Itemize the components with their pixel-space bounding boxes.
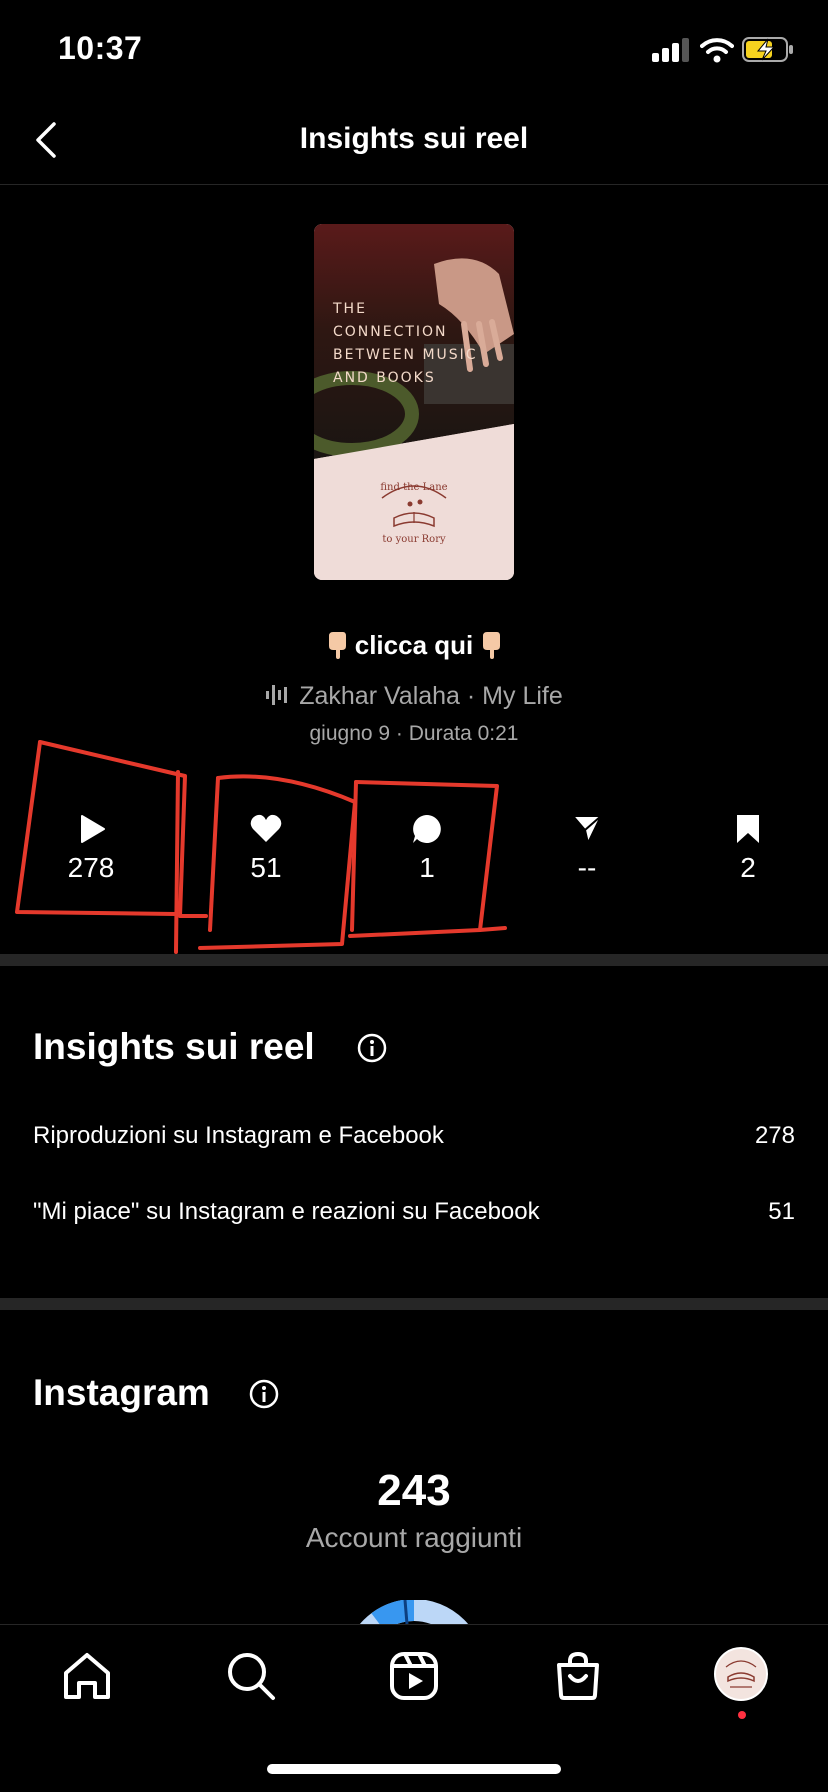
comment-icon	[413, 815, 441, 843]
metric-label: "Mi piace" su Instagram e reazioni su Fa…	[33, 1198, 540, 1225]
stat-value: 2	[740, 852, 756, 883]
shop-icon	[557, 1651, 599, 1700]
accounts-reached-value: 243	[377, 1466, 451, 1515]
stat-value: --	[577, 852, 597, 883]
status-bar: 10:37	[0, 0, 828, 100]
reel-insights-title: Insights sui reel	[33, 1026, 315, 1067]
caption-text: clicca qui	[354, 630, 474, 660]
reel-logo: find the Lane to your Rory	[380, 482, 447, 545]
info-icon[interactable]	[248, 1378, 280, 1410]
section-divider	[0, 954, 828, 966]
tab-shop[interactable]	[551, 1649, 605, 1703]
search-icon	[228, 1653, 275, 1700]
stat-shares: --	[527, 812, 647, 884]
stat-plays: 278	[31, 812, 151, 884]
metric-label: Riproduzioni su Instagram e Facebook	[33, 1122, 444, 1149]
accounts-reached-label: Account raggiunti	[305, 1522, 523, 1553]
tab-search[interactable]	[224, 1649, 278, 1703]
audio-bars-icon	[266, 685, 288, 705]
home-indicator[interactable]	[267, 1764, 561, 1774]
svg-text:to your Rory: to your Rory	[382, 534, 446, 545]
audio-text: Zakhar Valaha · My Life	[299, 682, 563, 710]
reel-caption: clicca qui	[0, 630, 828, 661]
stat-value: 278	[67, 852, 115, 883]
reel-date-duration: giugno 9 · Durata 0:21	[309, 722, 519, 745]
svg-text:find the Lane: find the Lane	[380, 482, 447, 493]
profile-logo-icon	[725, 1660, 757, 1688]
section-divider	[0, 1298, 828, 1310]
heart-icon	[250, 814, 282, 842]
profile-avatar[interactable]	[714, 1647, 768, 1701]
header: Insights sui reel	[0, 100, 828, 185]
reel-audio[interactable]: Zakhar Valaha · My Life	[0, 682, 828, 711]
battery-charging-icon	[742, 37, 793, 62]
play-icon	[81, 815, 105, 843]
tab-home[interactable]	[60, 1649, 114, 1703]
info-icon[interactable]	[356, 1032, 388, 1064]
metric-value: 51	[768, 1198, 795, 1225]
cellular-signal-icon	[652, 38, 690, 62]
status-time: 10:37	[58, 30, 143, 66]
metric-value: 278	[754, 1122, 795, 1149]
notification-dot	[738, 1711, 746, 1719]
stat-likes: 51	[206, 812, 326, 884]
reel-overlay-text: THE CONNECTION BETWEEN MUSIC AND BOOKS	[333, 301, 478, 386]
bookmark-icon	[737, 815, 759, 843]
reels-icon	[390, 1652, 438, 1700]
stat-value: 1	[419, 852, 435, 883]
pointing-down-emoji-icon	[328, 632, 346, 659]
tab-reels[interactable]	[387, 1649, 441, 1703]
home-icon	[64, 1653, 110, 1699]
pointing-down-emoji-icon	[483, 632, 501, 659]
stat-comments: 1	[367, 812, 487, 884]
stat-saves: 2	[688, 812, 808, 884]
stat-value: 51	[250, 852, 282, 883]
accounts-reached-donut-chart	[359, 1600, 469, 1624]
reel-thumbnail[interactable]: THE CONNECTION BETWEEN MUSIC AND BOOKS f…	[314, 224, 514, 580]
reel-insights-screen: 10:37 Insights sui reel THE CONNECTION B…	[0, 0, 828, 1792]
wifi-icon	[700, 38, 734, 63]
instagram-title: Instagram	[33, 1372, 210, 1413]
share-icon	[572, 815, 602, 844]
page-title: Insights sui reel	[299, 122, 529, 155]
